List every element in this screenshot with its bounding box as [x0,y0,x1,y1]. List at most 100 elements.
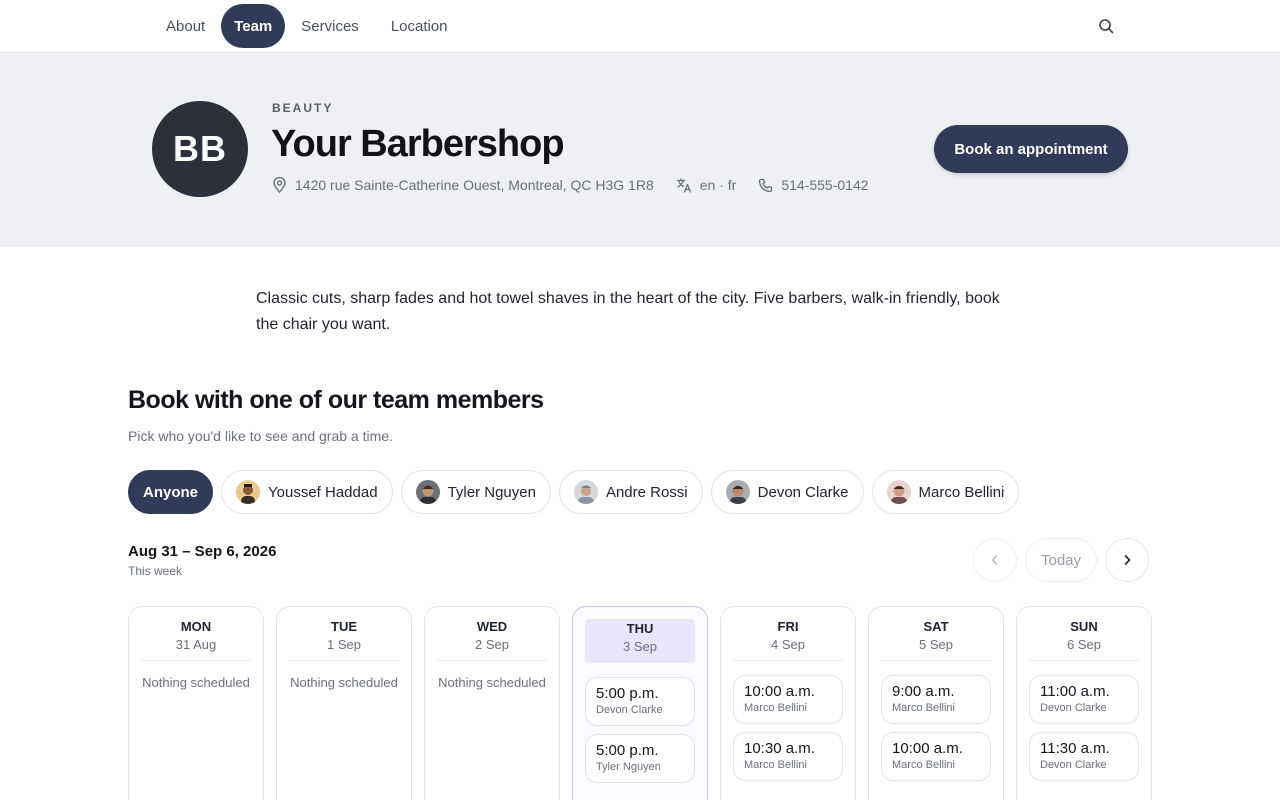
slot-barber: Marco Bellini [892,759,955,771]
chevron-right-icon [1124,555,1131,565]
time-slot[interactable]: 5:00 p.m. Devon Clarke [585,677,695,726]
slot-time: 5:00 p.m. [596,742,659,759]
day-date: 6 Sep [1067,637,1101,652]
time-slot[interactable]: 5:00 p.m. Tyler Nguyen [585,734,695,783]
top-nav: About Team Services Location [0,0,1280,53]
day-date: 3 Sep [623,639,657,654]
week-range: Aug 31 – Sep 6, 2026 [128,543,277,560]
team-section-title: Book with one of our team members [128,386,544,414]
slot-time: 11:00 a.m. [1040,683,1110,700]
nav-items: About Team Services Location [150,4,464,48]
time-slot[interactable]: 11:00 a.m. Devon Clarke [1029,675,1139,724]
slot-barber: Marco Bellini [744,702,807,714]
team-filter: Anyone Youssef Haddad Tyler Nguyen Andre… [128,470,1027,514]
day-name: MON [180,619,212,634]
next-week-button[interactable] [1105,538,1150,582]
chip-anyone[interactable]: Anyone [128,470,214,514]
search-button[interactable] [1094,14,1118,38]
day-name: TUE [331,619,357,634]
day-name: SUN [1070,619,1098,634]
nav-services[interactable]: Services [285,4,375,48]
prev-week-button[interactable] [973,538,1017,582]
time-slot[interactable]: 9:00 a.m. Marco Bellini [881,675,991,724]
avatar [236,480,261,504]
slot-time: 5:00 p.m. [596,685,659,702]
phone-text[interactable]: 514-555-0142 [781,177,868,193]
chip-label: Youssef Haddad [268,483,378,501]
slot-time: 10:00 a.m. [744,683,815,700]
business-category: BEAUTY [272,101,334,115]
slot-time: 10:30 a.m. [744,740,815,757]
day-column-sun: SUN 6 Sep 11:00 a.m. Devon Clarke 11:30 … [1016,606,1152,800]
day-header: WED 2 Sep [437,619,547,661]
slot-barber: Devon Clarke [1040,702,1107,714]
chip-tyler-nguyen[interactable]: Tyler Nguyen [400,470,551,514]
slot-barber: Devon Clarke [596,704,663,716]
day-header: TUE 1 Sep [289,619,399,661]
today-button[interactable]: Today [1025,538,1098,582]
avatar [725,480,750,504]
chip-label: Marco Bellini [918,483,1005,501]
day-column-mon: MON 31 Aug Nothing scheduled [128,606,264,800]
day-date: 31 Aug [175,637,217,652]
avatar [886,480,911,504]
week-calendar: MON 31 Aug Nothing scheduled TUE 1 Sep N… [128,606,1152,800]
chip-label: Devon Clarke [757,483,849,501]
business-avatar: BB [152,101,248,197]
chip-label: Anyone [143,483,199,501]
day-header: THU 3 Sep [585,619,695,663]
day-date: 1 Sep [327,637,361,652]
address-text: 1420 rue Sainte-Catherine Ouest, Montrea… [295,177,654,193]
time-slot[interactable]: 10:30 a.m. Marco Bellini [733,732,843,781]
slot-time: 10:00 a.m. [892,740,963,757]
slot-time: 11:30 a.m. [1040,740,1110,757]
slot-barber: Devon Clarke [1040,759,1107,771]
day-date: 4 Sep [771,637,805,652]
nav-about[interactable]: About [150,4,221,48]
book-appointment-button[interactable]: Book an appointment [934,125,1128,173]
time-slot[interactable]: 10:00 a.m. Marco Bellini [733,675,843,724]
slot-barber: Marco Bellini [892,702,955,714]
week-pager: Today [973,538,1150,582]
chip-devon-clarke[interactable]: Devon Clarke [710,470,864,514]
day-name: WED [476,619,508,634]
languages-text: en · fr [699,177,737,193]
day-name: FRI [777,619,799,634]
team-section-subtitle: Pick who you'd like to see and grab a ti… [128,428,393,444]
time-slot[interactable]: 10:00 a.m. Marco Bellini [881,732,991,781]
phone: 514-555-0142 [758,177,869,193]
day-name: THU [626,621,654,636]
business-meta: 1420 rue Sainte-Catherine Ouest, Montrea… [272,177,891,193]
chip-marco-bellini[interactable]: Marco Bellini [871,470,1020,514]
address: 1420 rue Sainte-Catherine Ouest, Montrea… [272,177,654,193]
day-date: 2 Sep [475,637,509,652]
languages: en · fr [676,177,737,193]
empty-day-message: Nothing scheduled [290,675,398,690]
empty-day-message: Nothing scheduled [142,675,250,690]
nav-team[interactable]: Team [221,4,286,48]
day-column-wed: WED 2 Sep Nothing scheduled [424,606,560,800]
day-header: FRI 4 Sep [733,619,843,661]
day-column-sat: SAT 5 Sep 9:00 a.m. Marco Bellini 10:00 … [868,606,1004,800]
day-header: SUN 6 Sep [1029,619,1139,661]
day-header: SAT 5 Sep [881,619,991,661]
day-header: MON 31 Aug [141,619,251,661]
chevron-left-icon [991,555,998,565]
translate-icon [676,178,691,193]
business-name: Your Barbershop [271,123,565,165]
empty-day-message: Nothing scheduled [438,675,546,690]
chip-youssef-haddad[interactable]: Youssef Haddad [221,470,393,514]
week-range-subtitle: This week [128,564,183,578]
phone-icon [759,178,773,192]
chip-label: Andre Rossi [605,483,688,501]
slot-barber: Marco Bellini [744,759,807,771]
avatar [415,480,440,504]
business-header: BB BEAUTY Your Barbershop 1420 rue Saint… [0,53,1280,246]
map-pin-icon [273,177,286,193]
time-slot[interactable]: 11:30 a.m. Devon Clarke [1029,732,1139,781]
nav-location[interactable]: Location [375,4,464,48]
chip-andre-rossi[interactable]: Andre Rossi [558,470,703,514]
day-column-thu: THU 3 Sep 5:00 p.m. Devon Clarke 5:00 p.… [572,606,708,800]
chip-label: Tyler Nguyen [447,483,536,501]
day-column-tue: TUE 1 Sep Nothing scheduled [276,606,412,800]
